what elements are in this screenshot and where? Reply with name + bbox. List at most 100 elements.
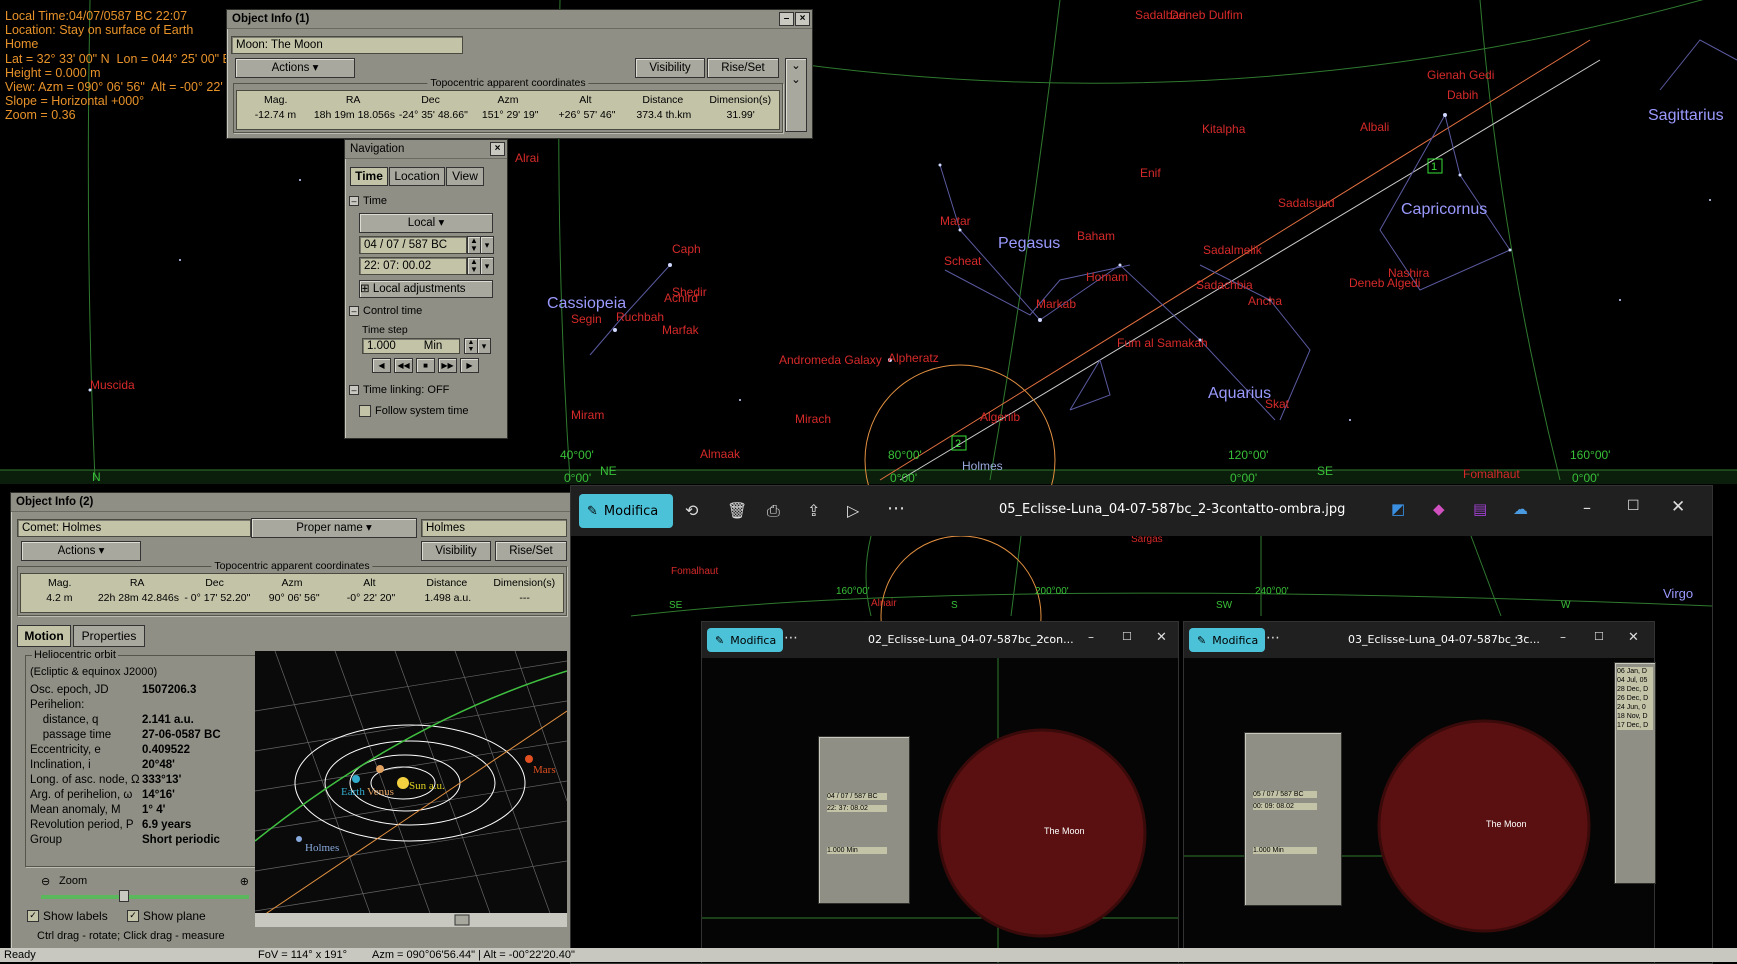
maximize-icon[interactable]: ☐ xyxy=(1122,630,1132,643)
stop-button[interactable]: ■ xyxy=(416,358,435,373)
date-input[interactable]: 04 / 07 / 587 BC xyxy=(359,236,467,254)
control-time-header[interactable]: – Control time xyxy=(349,305,422,317)
viewer-toolbar[interactable]: ✎ Modifica ⟲ 🗑 ⎙ ⇪ ▷ ⋯ 05_Eclisse-Luna_04… xyxy=(571,486,1712,536)
follow-system-time-checkbox[interactable]: Follow system time xyxy=(359,405,469,417)
orbit-diagram[interactable]: Earth Venus Mars Holmes Sun a.u. xyxy=(255,651,567,927)
time-section-header[interactable]: – Time xyxy=(349,195,387,207)
orbit-label-holmes: Holmes xyxy=(305,842,339,854)
step-dropdown[interactable]: ▾ xyxy=(477,338,491,354)
col-header: Mag. xyxy=(48,577,72,589)
close-icon[interactable]: ✕ xyxy=(1671,497,1685,517)
time-mode-dropdown[interactable]: Local ▾ xyxy=(359,213,493,233)
slideshow-icon[interactable]: ▷ xyxy=(847,501,859,520)
maximize-icon[interactable]: ☐ xyxy=(1627,498,1640,514)
more-icon[interactable]: ⋯ xyxy=(1514,630,1528,646)
edit-button[interactable]: ✎ Modifica xyxy=(1189,628,1265,652)
time-input[interactable]: 22: 07: 00.02 xyxy=(359,257,467,275)
date-dropdown[interactable]: ▾ xyxy=(480,236,494,254)
step-forward-button[interactable]: ▶▶ xyxy=(438,358,457,373)
chevron-down-icon: ▾ xyxy=(312,62,319,74)
window-titlebar[interactable]: Navigation × xyxy=(345,140,507,159)
window-titlebar[interactable]: Object Info (1) – × xyxy=(227,10,812,29)
image-viewer-2[interactable]: ✎ Modifica ⋯ 02_Eclisse-Luna_04-07-587bc_… xyxy=(701,621,1179,964)
maximize-icon[interactable]: ☐ xyxy=(1594,630,1604,643)
time-linking-header[interactable]: – Time linking: OFF xyxy=(349,384,449,396)
delete-icon[interactable]: 🗑 xyxy=(727,501,747,520)
step-back-button[interactable]: ◀◀ xyxy=(394,358,413,373)
object-name-field[interactable]: Comet: Holmes xyxy=(17,519,251,537)
col-header: Dimension(s) xyxy=(493,577,556,589)
local-adjustments-button[interactable]: ⊞ Local adjustments xyxy=(359,280,493,298)
image-viewer-3[interactable]: ✎ Modifica ⋯ 03_Eclisse-Luna_04-07-587bc_… xyxy=(1183,621,1656,964)
more-icon[interactable]: ⋯ xyxy=(1040,630,1054,646)
viewer-toolbar[interactable]: ✎ Modifica ⋯ 02_Eclisse-Luna_04-07-587bc_… xyxy=(702,622,1178,658)
minimize-icon[interactable]: – xyxy=(1088,630,1094,644)
close-icon[interactable]: ✕ xyxy=(1628,630,1639,645)
zoom-slider-track[interactable] xyxy=(41,895,249,899)
viewer-toolbar[interactable]: ✎ Modifica ⋯ 03_Eclisse-Luna_04-07-587bc_… xyxy=(1184,622,1654,658)
actions-dropdown[interactable]: Actions ▾ xyxy=(235,58,355,78)
time-dropdown[interactable]: ▾ xyxy=(480,257,494,275)
rotate-icon[interactable]: ⟲ xyxy=(685,501,698,520)
actions-dropdown[interactable]: Actions ▾ xyxy=(21,541,141,561)
show-plane-checkbox[interactable]: ✓ Show plane xyxy=(127,909,206,923)
edit-photo-icon[interactable]: ◩ xyxy=(1391,500,1405,518)
copilot-icon[interactable]: ◆ xyxy=(1433,500,1445,518)
minimize-button[interactable]: – xyxy=(779,12,794,26)
close-button[interactable]: × xyxy=(795,12,810,26)
zoom-out-icon[interactable]: ⊖ xyxy=(41,875,50,888)
star-label: Gienah Gedi xyxy=(1427,68,1494,82)
zoom-in-icon[interactable]: ⊕ xyxy=(240,875,249,888)
proper-name-field[interactable]: Holmes xyxy=(421,519,567,537)
object-info-2-window[interactable]: Object Info (2) Comet: Holmes Proper nam… xyxy=(10,492,572,950)
coords-header-row: Mag. RA Dec Azm Alt Distance Dimension(s) xyxy=(21,577,563,589)
more-icon[interactable]: ⋯ xyxy=(1266,630,1280,646)
tab-time[interactable]: Time xyxy=(350,167,388,186)
riseset-button[interactable]: Rise/Set xyxy=(495,541,567,561)
time-spinner[interactable]: ▲ ▼ xyxy=(467,257,481,275)
minimize-icon[interactable]: – xyxy=(1583,498,1591,517)
navigation-window[interactable]: Navigation × Time Location View – Time Lo… xyxy=(344,139,508,439)
riseset-button[interactable]: Rise/Set xyxy=(707,58,779,78)
more-icon[interactable]: ⋯ xyxy=(887,498,905,519)
grid-label: 0°00' xyxy=(1230,471,1257,485)
orbit-element-value: 2.141 a.u. xyxy=(142,714,194,726)
visibility-button[interactable]: Visibility xyxy=(421,541,491,561)
object-name-field[interactable]: Moon: The Moon xyxy=(231,36,463,54)
share-icon[interactable]: ⇪ xyxy=(807,501,820,520)
rewind-button[interactable]: ◀ xyxy=(372,358,391,373)
name-type-label: Proper name xyxy=(296,522,363,534)
name-type-dropdown[interactable]: Proper name ▾ xyxy=(251,518,417,538)
play-button[interactable]: ▶ xyxy=(460,358,479,373)
visibility-button[interactable]: Visibility xyxy=(635,58,705,78)
expand-button[interactable]: ⌄ ⌄ xyxy=(785,58,807,132)
close-icon[interactable]: ✕ xyxy=(1156,630,1167,645)
edit-button[interactable]: ✎ Modifica xyxy=(707,628,783,652)
clipchamp-icon[interactable]: ▤ xyxy=(1473,500,1487,518)
object-info-1-window[interactable]: Object Info (1) – × Moon: The Moon Actio… xyxy=(226,9,813,139)
tab-motion[interactable]: Motion xyxy=(17,625,71,647)
tab-location[interactable]: Location xyxy=(389,167,445,186)
orbit-element-row: Group Short periodic xyxy=(26,833,258,848)
minimize-icon[interactable]: – xyxy=(1560,630,1566,644)
date-spinner[interactable]: ▲ ▼ xyxy=(467,236,481,254)
coords-header-row: Mag. RA Dec Azm Alt Distance Dimension(s) xyxy=(237,94,779,106)
col-header: RA xyxy=(345,94,361,106)
zoom-slider-thumb[interactable] xyxy=(119,890,129,902)
col-header: Dec xyxy=(205,577,224,589)
print-icon[interactable]: ⎙ xyxy=(767,501,780,521)
step-spinner[interactable]: ▲ ▼ xyxy=(464,338,478,354)
close-button[interactable]: × xyxy=(490,142,505,156)
tab-view[interactable]: View xyxy=(446,167,484,186)
tab-properties[interactable]: Properties xyxy=(73,625,145,647)
mini-nav-step: 1.000 Min xyxy=(827,847,887,854)
more-icon[interactable]: ⋯ xyxy=(784,630,798,646)
show-labels-checkbox[interactable]: ✓ Show labels xyxy=(27,909,108,923)
star-label: Dabih xyxy=(1447,88,1478,102)
window-titlebar[interactable]: Object Info (2) xyxy=(11,493,571,512)
time-step-input[interactable]: 1.000 Min xyxy=(362,338,460,354)
zoom-control[interactable]: ⊖ Zoom ⊕ xyxy=(25,871,257,903)
bg-grid: 160°00' xyxy=(836,586,870,597)
onedrive-icon[interactable]: ☁ xyxy=(1513,500,1528,518)
edit-button[interactable]: ✎ Modifica xyxy=(579,494,673,528)
